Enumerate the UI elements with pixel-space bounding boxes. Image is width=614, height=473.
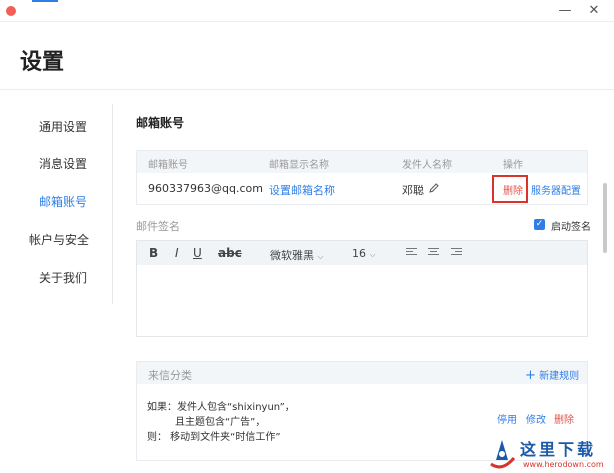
window-close-dot[interactable] [6,6,16,16]
column-header-email: 邮箱账号 [148,160,188,171]
font-size-select[interactable]: 16 ⌵ [352,247,376,260]
minimize-icon[interactable]: — [556,3,574,19]
rules-title: 来信分类 [148,369,192,382]
signature-editor[interactable]: B I U abc 微软雅黑 ⌵ 16 ⌵ [136,240,588,337]
bold-button[interactable]: B [149,246,158,260]
column-header-sender-name: 发件人名称 [402,160,452,171]
sidebar-item-general[interactable]: 通用设置 [0,119,112,135]
edit-pencil-icon[interactable] [428,182,440,194]
chevron-down-icon: ⌵ [369,250,376,259]
font-family-select[interactable]: 微软雅黑 ⌵ [270,247,324,263]
accounts-table: 邮箱账号 邮箱显示名称 发件人名称 操作 960337963@qq.com 设置… [136,150,588,205]
enable-signature-label[interactable]: 启动签名 [551,218,591,233]
titlebar-accent [32,0,58,2]
rule-condition-subject: 且主题包含“广告”， [175,417,266,428]
table-header: 邮箱账号 邮箱显示名称 发件人名称 操作 [137,151,587,173]
sidebar-item-account-security[interactable]: 帐户与安全 [0,232,112,248]
column-header-actions: 操作 [503,160,523,171]
page-title: 设置 [20,50,65,75]
italic-button[interactable]: I [175,246,179,260]
new-rule-button[interactable]: + 新建规则 [525,367,579,383]
watermark-url: www.herodown.com [523,460,604,469]
strikethrough-button[interactable]: abc [218,246,242,260]
sidebar-item-mail-accounts[interactable]: 邮箱账号 [0,194,112,210]
section-title: 邮箱账号 [136,116,185,130]
rules-header: 来信分类 + 新建规则 [137,362,587,384]
editor-toolbar: B I U abc 微软雅黑 ⌵ 16 ⌵ [137,241,587,265]
underline-button[interactable]: U [193,246,202,260]
delete-account-link[interactable]: 删除 [503,182,523,197]
watermark: 这里下载 www.herodown.com [487,436,611,472]
chevron-down-icon: ⌵ [317,252,324,261]
scrollbar-thumb[interactable] [603,183,607,253]
server-config-link[interactable]: 服务器配置 [531,182,581,197]
rule-action-move: 则： 移动到文件夹“时信工作” [147,432,281,443]
enable-signature-checkbox[interactable]: ✓ [534,219,545,230]
settings-window: — ✕ 设置 通用设置 消息设置 邮箱账号 帐户与安全 关于我们 邮箱账号 邮箱… [0,0,614,473]
sidebar-divider [112,104,113,304]
sidebar-item-about[interactable]: 关于我们 [0,270,112,286]
sender-name: 邓聪 [402,184,424,197]
font-family-value: 微软雅黑 [270,249,314,262]
sidebar: 通用设置 消息设置 邮箱账号 帐户与安全 关于我们 [0,90,112,330]
edit-rule-link[interactable]: 修改 [526,411,546,426]
disable-rule-link[interactable]: 停用 [497,411,517,426]
delete-rule-link[interactable]: 删除 [554,411,574,426]
column-header-display-name: 邮箱显示名称 [269,160,329,171]
sidebar-item-messages[interactable]: 消息设置 [0,156,112,172]
title-bar: — ✕ [0,0,614,22]
plus-icon: + [525,368,536,383]
new-rule-label: 新建规则 [539,371,580,382]
align-right-icon[interactable] [451,248,462,258]
rule-condition-sender: 如果：发件人包含“shixinyun”， [147,402,295,413]
align-left-icon[interactable] [406,248,417,258]
align-center-icon[interactable] [428,248,439,258]
close-icon[interactable]: ✕ [585,3,603,19]
watermark-brand: 这里下载 [520,440,597,459]
set-display-name-link[interactable]: 设置邮箱名称 [269,182,335,198]
watermark-logo-icon [490,440,516,469]
font-size-value: 16 [352,247,366,260]
account-email: 960337963@qq.com [148,182,263,195]
signature-label: 邮件签名 [136,220,180,233]
